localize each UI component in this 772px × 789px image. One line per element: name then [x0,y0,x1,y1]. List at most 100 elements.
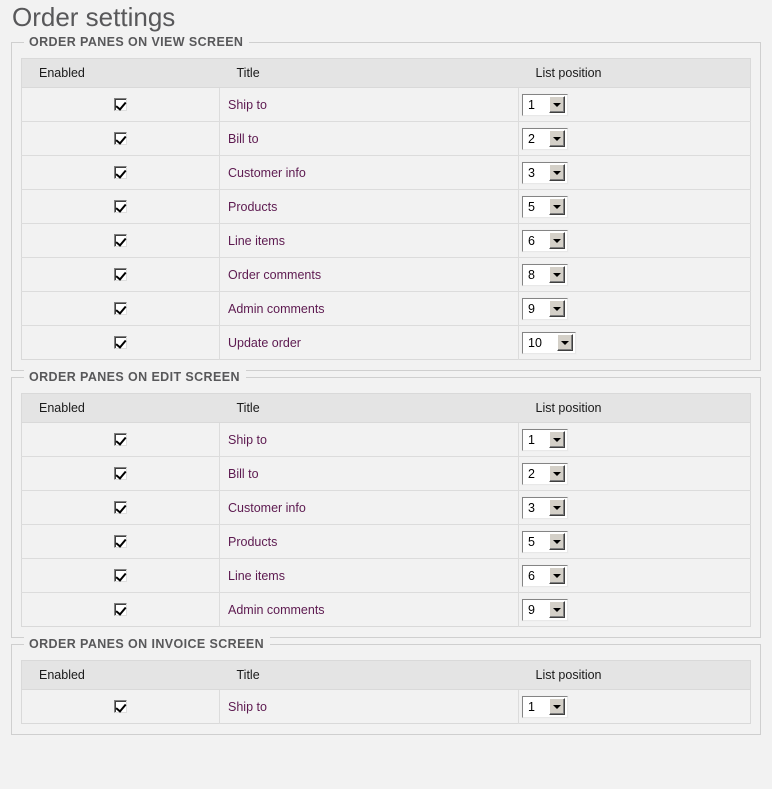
chevron-down-icon[interactable] [549,266,565,283]
chevron-down-glyph [553,102,561,107]
order-panes-table: Enabled Title List position Ship to 1 Bill to… [21,393,751,627]
table-row: Ship to 1 [21,422,751,457]
list-position-select[interactable]: 10 [521,330,577,355]
list-position-select[interactable]: 9 [521,296,569,321]
list-position-cell: 10 [518,325,751,360]
pane-title-link[interactable]: Bill to [228,132,259,146]
list-position-select[interactable]: 1 [521,92,569,117]
pane-title-link[interactable]: Line items [228,234,285,248]
pane-title-link[interactable]: Ship to [228,700,267,714]
enabled-checkbox[interactable] [114,267,127,281]
chevron-down-icon[interactable] [549,164,565,181]
title-cell: Products [219,524,519,559]
enabled-checkbox[interactable] [114,301,127,315]
list-position-select[interactable]: 1 [521,427,569,452]
title-cell: Ship to [219,689,519,724]
pane-title-link[interactable]: Products [228,200,277,214]
chevron-down-icon[interactable] [549,431,565,448]
enabled-checkbox[interactable] [114,568,127,582]
list-position-select[interactable]: 5 [521,529,569,554]
chevron-down-icon[interactable] [549,499,565,516]
list-position-value: 6 [528,233,535,248]
column-header-title: Title [219,58,519,88]
enabled-checkbox[interactable] [114,165,127,179]
enabled-cell [21,155,220,190]
table-row: Ship to 1 [21,689,751,724]
enabled-cell [21,524,220,559]
chevron-down-icon[interactable] [549,533,565,550]
list-position-select[interactable]: 2 [521,461,569,486]
list-position-cell: 5 [518,189,751,224]
table-row: Line items 6 [21,558,751,593]
table-row: Admin comments 9 [21,592,751,627]
list-position-select[interactable]: 2 [521,126,569,151]
enabled-checkbox[interactable] [114,131,127,145]
pane-title-link[interactable]: Products [228,535,277,549]
list-position-select[interactable]: 5 [521,194,569,219]
pane-title-link[interactable]: Bill to [228,467,259,481]
chevron-down-glyph [553,505,561,510]
list-position-value: 5 [528,199,535,214]
enabled-cell [21,257,220,292]
list-position-cell: 8 [518,257,751,292]
enabled-checkbox[interactable] [114,500,127,514]
column-header-list-position: List position [518,58,751,88]
pane-title-link[interactable]: Admin comments [228,603,325,617]
pane-title-link[interactable]: Customer info [228,501,306,515]
enabled-checkbox[interactable] [114,534,127,548]
list-position-select[interactable]: 6 [521,228,569,253]
table-row: Customer info 3 [21,490,751,525]
chevron-down-glyph [553,136,561,141]
enabled-cell [21,456,220,491]
chevron-down-icon[interactable] [549,232,565,249]
chevron-down-glyph [553,539,561,544]
pane-title-link[interactable]: Line items [228,569,285,583]
chevron-down-icon[interactable] [549,601,565,618]
list-position-select[interactable]: 3 [521,495,569,520]
list-position-select[interactable]: 9 [521,597,569,622]
enabled-cell [21,592,220,627]
table-row: Bill to 2 [21,456,751,491]
pane-title-link[interactable]: Customer info [228,166,306,180]
chevron-down-icon[interactable] [549,96,565,113]
enabled-checkbox[interactable] [114,466,127,480]
list-position-cell: 1 [518,422,751,457]
chevron-down-icon[interactable] [549,300,565,317]
list-position-value: 1 [528,97,535,112]
chevron-down-icon[interactable] [549,567,565,584]
enabled-checkbox[interactable] [114,199,127,213]
chevron-down-glyph [553,272,561,277]
pane-title-link[interactable]: Admin comments [228,302,325,316]
enabled-checkbox[interactable] [114,699,127,713]
title-cell: Line items [219,223,519,258]
column-header-enabled: Enabled [21,58,220,88]
list-position-select[interactable]: 8 [521,262,569,287]
enabled-cell [21,189,220,224]
list-position-select[interactable]: 1 [521,694,569,719]
enabled-checkbox[interactable] [114,97,127,111]
enabled-checkbox[interactable] [114,432,127,446]
title-cell: Line items [219,558,519,593]
order-panes-fieldset: ORDER PANES ON INVOICE SCREEN Enabled Titl… [11,637,761,735]
order-panes-fieldset: ORDER PANES ON EDIT SCREEN Enabled Title Li… [11,370,761,638]
column-header-title: Title [219,393,519,423]
enabled-cell [21,689,220,724]
chevron-down-icon[interactable] [549,465,565,482]
table-header-row: Enabled Title List position [21,58,751,88]
pane-title-link[interactable]: Ship to [228,433,267,447]
title-cell: Bill to [219,121,519,156]
title-cell: Bill to [219,456,519,491]
chevron-down-icon[interactable] [549,198,565,215]
enabled-checkbox[interactable] [114,233,127,247]
enabled-checkbox[interactable] [114,602,127,616]
list-position-select[interactable]: 6 [521,563,569,588]
pane-title-link[interactable]: Update order [228,336,301,350]
pane-title-link[interactable]: Ship to [228,98,267,112]
chevron-down-icon[interactable] [549,698,565,715]
list-position-value: 5 [528,534,535,549]
list-position-select[interactable]: 3 [521,160,569,185]
chevron-down-icon[interactable] [557,334,573,351]
chevron-down-icon[interactable] [549,130,565,147]
pane-title-link[interactable]: Order comments [228,268,321,282]
enabled-checkbox[interactable] [114,335,127,349]
